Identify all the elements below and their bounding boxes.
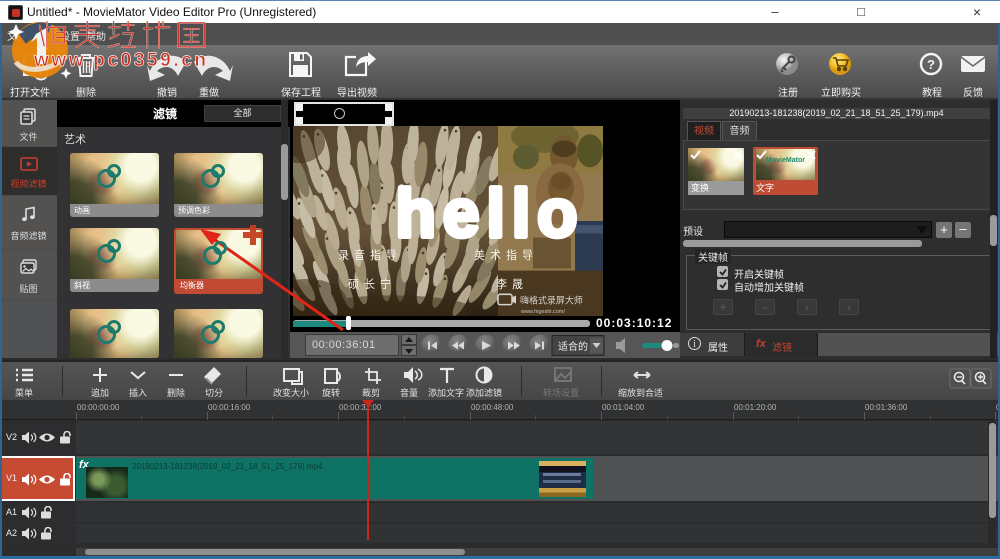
svg-text:www.pc0359.cn: www.pc0359.cn [33,50,209,71]
